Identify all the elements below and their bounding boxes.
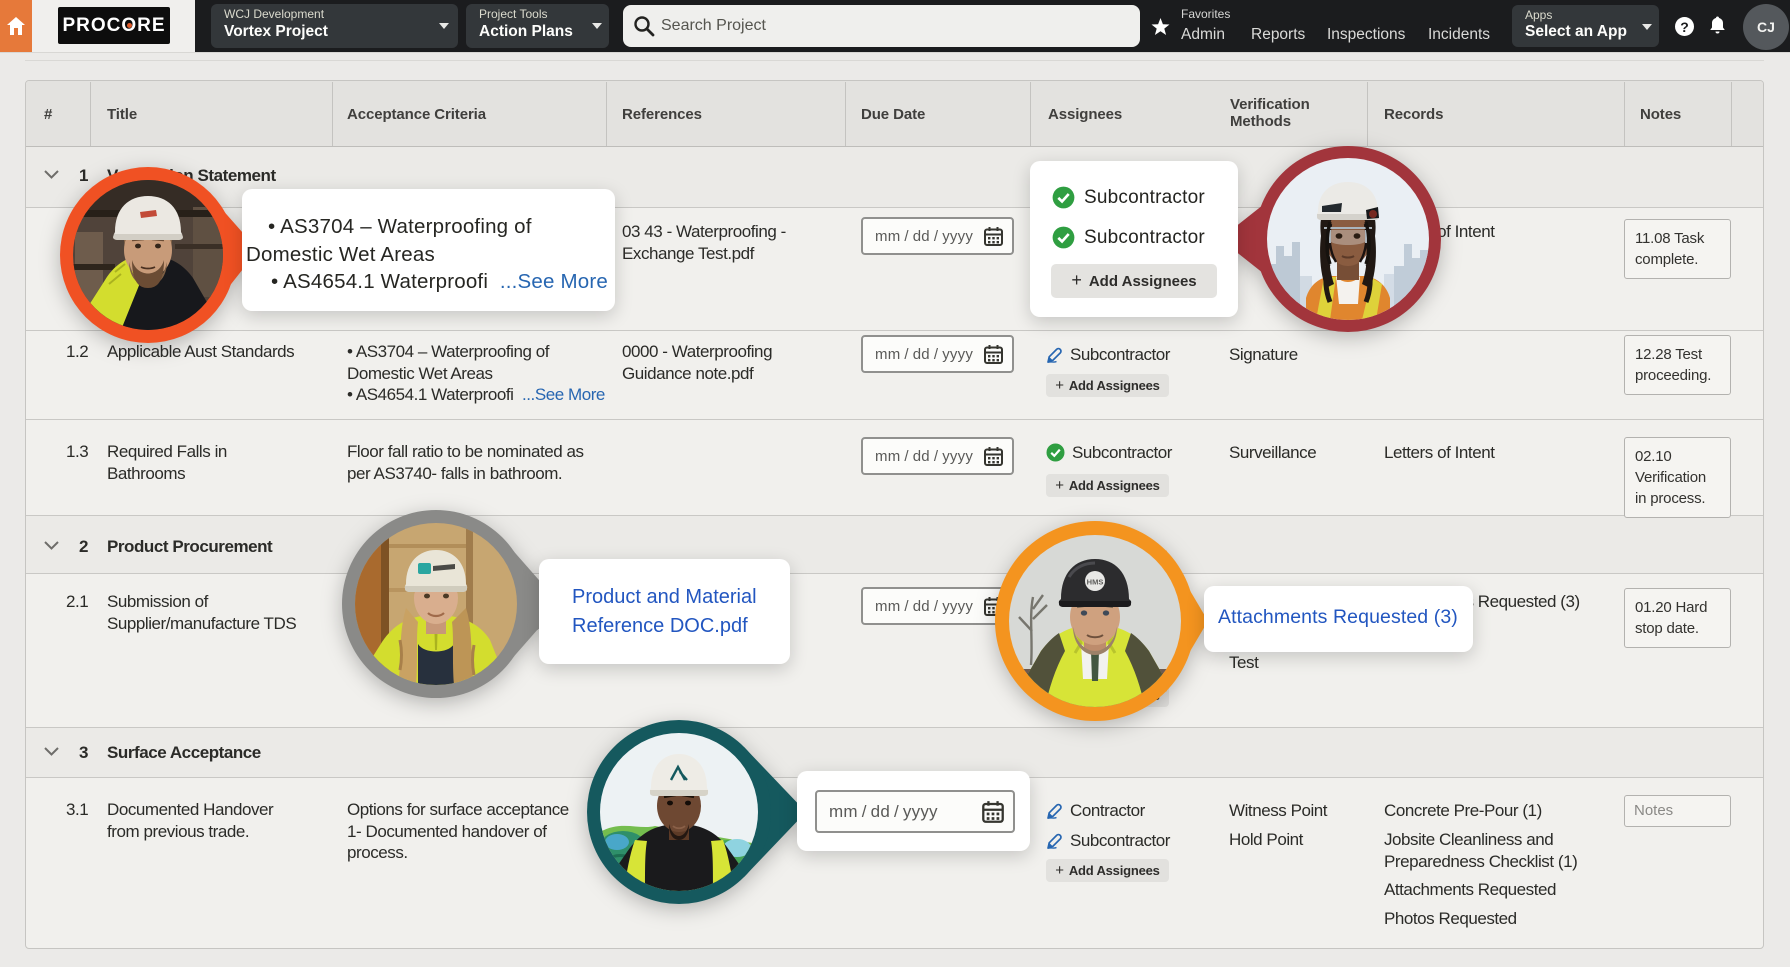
svg-text:HMS: HMS (1087, 578, 1104, 587)
